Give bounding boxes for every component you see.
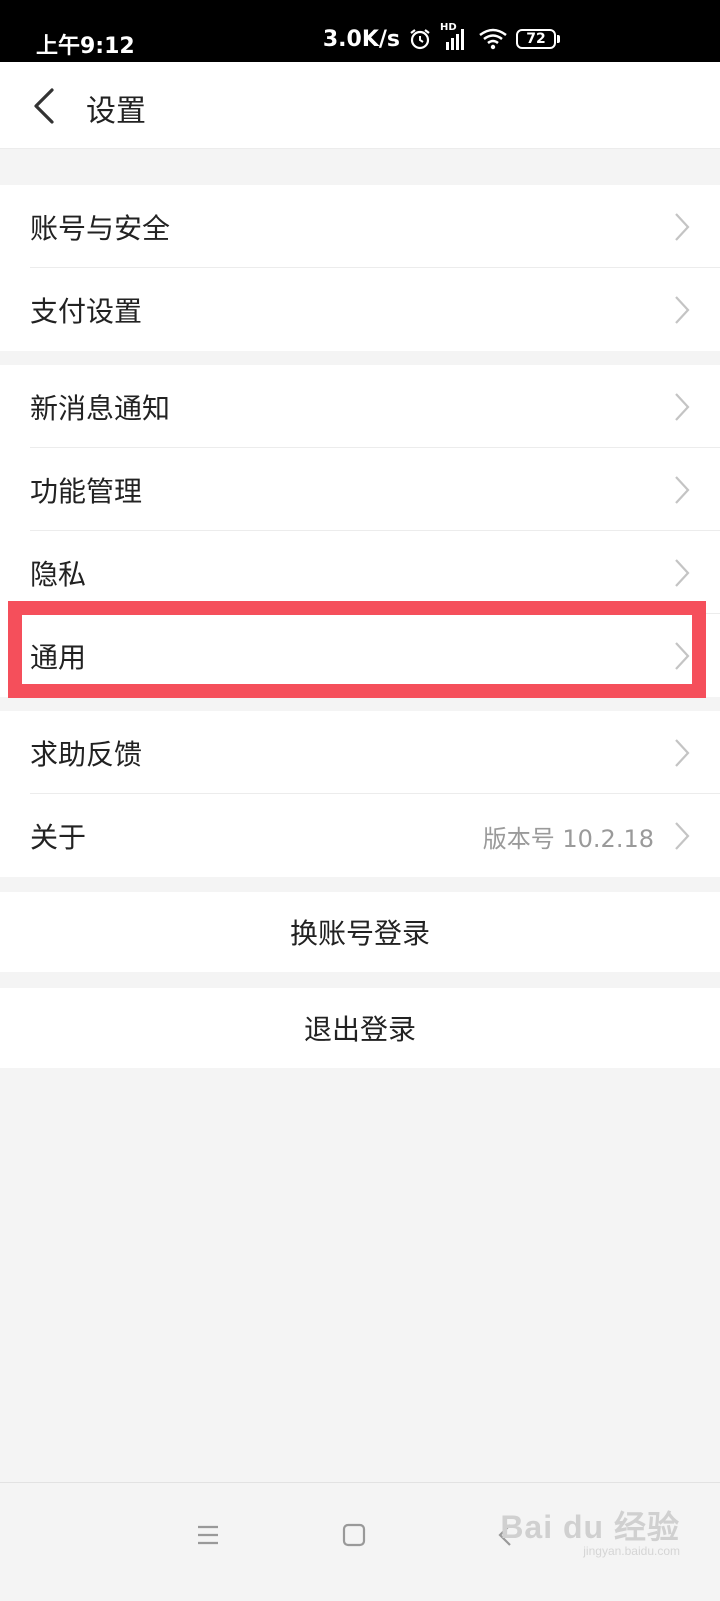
settings-group-general: 新消息通知 功能管理 隐私 通用 bbox=[0, 365, 720, 697]
settings-item-account-security[interactable]: 账号与安全 bbox=[0, 185, 720, 268]
settings-item-label: 功能管理 bbox=[30, 475, 143, 508]
settings-item-label: 通用 bbox=[30, 641, 87, 674]
settings-group-account: 账号与安全 支付设置 bbox=[0, 185, 720, 351]
status-bar: 上午9:12 3.0K/s HD 72 bbox=[0, 0, 720, 62]
chevron-right-icon bbox=[675, 822, 690, 850]
page-title: 设置 bbox=[86, 94, 146, 129]
settings-item-features[interactable]: 功能管理 bbox=[0, 448, 720, 531]
settings-item-label: 求助反馈 bbox=[30, 738, 143, 771]
chevron-right-icon bbox=[675, 476, 690, 504]
chevron-right-icon bbox=[675, 739, 690, 767]
version-value: 版本号 10.2.18 bbox=[482, 825, 654, 853]
status-time: 上午9:12 bbox=[36, 34, 135, 59]
menu-icon bbox=[198, 1525, 218, 1545]
chevron-right-icon bbox=[675, 296, 690, 324]
chevron-left-icon bbox=[34, 88, 54, 124]
chevron-right-icon bbox=[675, 213, 690, 241]
back-button[interactable] bbox=[28, 84, 68, 128]
menu-button[interactable] bbox=[196, 1523, 220, 1551]
settings-item-general[interactable]: 通用 bbox=[0, 614, 720, 697]
watermark-site: jingyan.baidu.com bbox=[583, 1544, 680, 1558]
alarm-icon bbox=[408, 27, 432, 51]
network-speed: 3.0K/s bbox=[322, 26, 400, 52]
settings-item-about[interactable]: 关于 版本号 10.2.18 bbox=[0, 794, 720, 877]
wifi-icon bbox=[478, 27, 508, 51]
battery-level: 72 bbox=[516, 29, 556, 49]
home-button[interactable] bbox=[342, 1523, 366, 1551]
baidu-watermark: Bai du 经验 jingyan.baidu.com bbox=[500, 1502, 680, 1558]
battery-icon: 72 bbox=[516, 29, 560, 49]
header-bar: 设置 bbox=[0, 62, 720, 149]
settings-item-label: 支付设置 bbox=[30, 295, 143, 328]
settings-item-label: 关于 bbox=[30, 821, 87, 854]
settings-group-help: 求助反馈 关于 版本号 10.2.18 bbox=[0, 711, 720, 877]
settings-item-feedback[interactable]: 求助反馈 bbox=[0, 711, 720, 794]
settings-item-payment[interactable]: 支付设置 bbox=[0, 268, 720, 351]
watermark-brand: Bai du 经验 bbox=[500, 1509, 680, 1545]
settings-item-privacy[interactable]: 隐私 bbox=[0, 531, 720, 614]
logout-button[interactable]: 退出登录 bbox=[0, 988, 720, 1068]
switch-account-button[interactable]: 换账号登录 bbox=[0, 892, 720, 972]
settings-item-label: 新消息通知 bbox=[30, 392, 171, 425]
settings-item-label: 隐私 bbox=[30, 558, 87, 591]
settings-item-notifications[interactable]: 新消息通知 bbox=[0, 365, 720, 448]
settings-item-label: 账号与安全 bbox=[30, 212, 171, 245]
home-icon bbox=[342, 1523, 366, 1547]
chevron-right-icon bbox=[675, 559, 690, 587]
status-icons: 3.0K/s HD 72 bbox=[322, 22, 560, 54]
chevron-right-icon bbox=[675, 393, 690, 421]
signal-icon: HD bbox=[440, 22, 470, 52]
chevron-right-icon bbox=[675, 642, 690, 670]
